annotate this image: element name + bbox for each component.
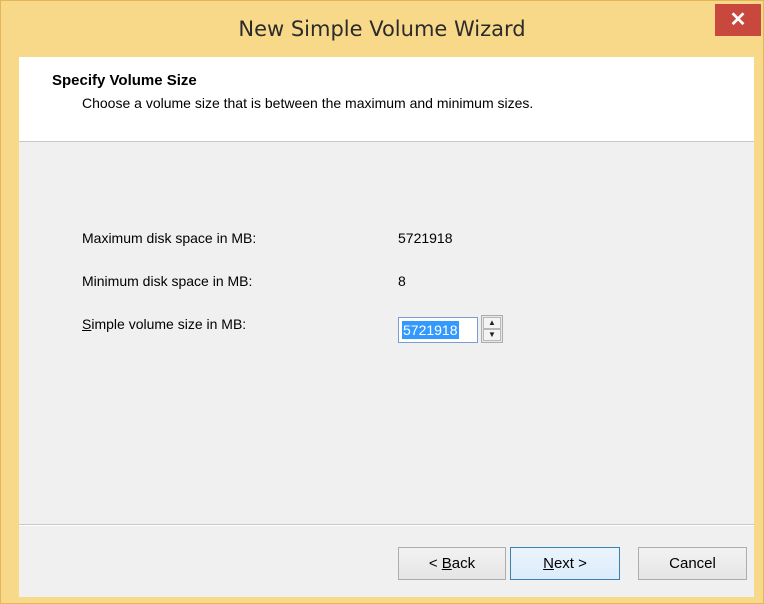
volume-size-spinner[interactable]: ▲ ▼ xyxy=(481,315,503,343)
wizard-body: Specify Volume Size Choose a volume size… xyxy=(19,57,754,597)
chevron-down-icon: ▼ xyxy=(488,330,496,339)
back-button[interactable]: < Back xyxy=(398,547,506,580)
page-title: Specify Volume Size xyxy=(52,72,197,89)
wizard-header: Specify Volume Size Choose a volume size… xyxy=(19,57,754,142)
min-space-value: 8 xyxy=(398,273,406,289)
title-bar[interactable]: New Simple Volume Wizard ✕ xyxy=(1,1,763,57)
wizard-window: New Simple Volume Wizard ✕ Specify Volum… xyxy=(0,0,764,604)
volume-size-label-accelerator: S xyxy=(82,316,92,332)
chevron-up-icon: ▲ xyxy=(488,318,496,327)
max-space-value: 5721918 xyxy=(398,230,453,246)
next-button-accelerator: N xyxy=(543,555,554,572)
volume-size-label: Simple volume size in MB: xyxy=(82,316,246,332)
volume-size-label-text: imple volume size in MB: xyxy=(91,316,247,332)
spin-down-button[interactable]: ▼ xyxy=(483,329,501,341)
window-title: New Simple Volume Wizard xyxy=(238,17,526,41)
cancel-button[interactable]: Cancel xyxy=(638,547,747,580)
next-button-label: ext > xyxy=(553,555,587,572)
min-space-label: Minimum disk space in MB: xyxy=(82,273,253,289)
max-space-label: Maximum disk space in MB: xyxy=(82,230,257,246)
back-button-label: ack xyxy=(451,555,476,572)
volume-size-input[interactable]: 5721918 xyxy=(398,317,478,343)
volume-size-value: 5721918 xyxy=(402,321,459,339)
page-subtitle: Choose a volume size that is between the… xyxy=(82,95,534,111)
back-button-prefix: < xyxy=(428,555,442,572)
footer-divider-highlight xyxy=(19,525,754,526)
close-button[interactable]: ✕ xyxy=(715,4,761,36)
spin-up-button[interactable]: ▲ xyxy=(483,317,501,329)
close-icon: ✕ xyxy=(729,9,747,31)
back-button-accelerator: B xyxy=(441,555,452,572)
next-button[interactable]: Next > xyxy=(510,547,620,580)
